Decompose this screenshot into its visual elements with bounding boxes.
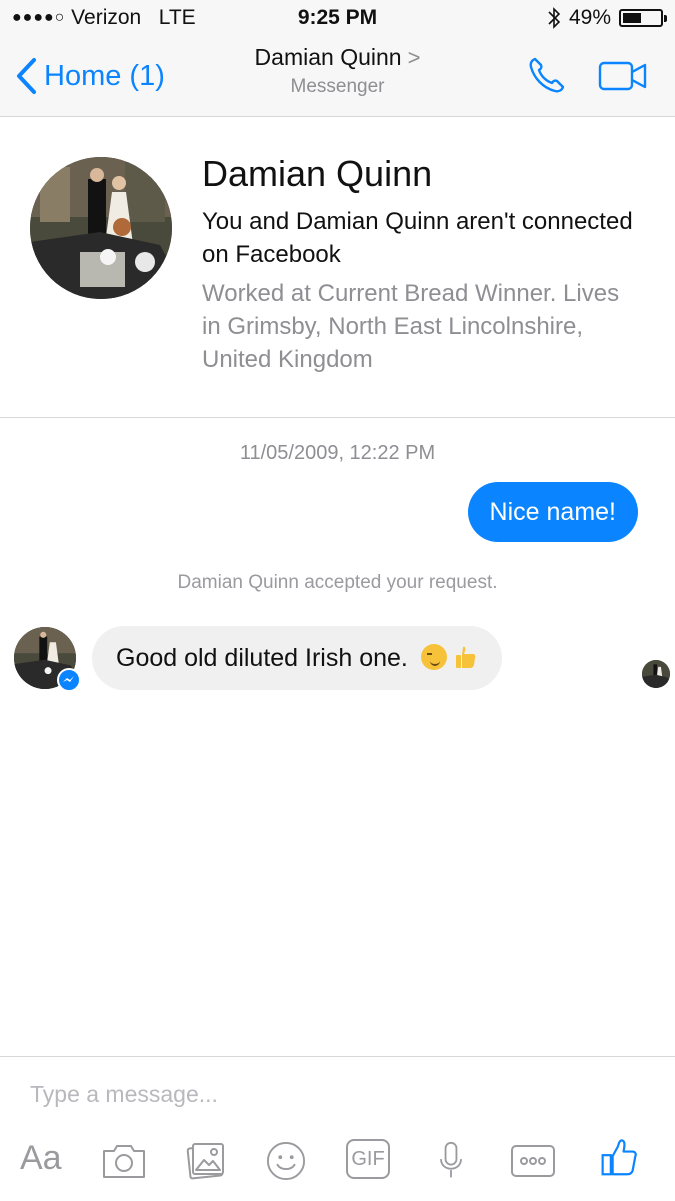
profile-header: Damian Quinn You and Damian Quinn aren't… — [0, 117, 675, 418]
message-timestamp: 11/05/2009, 12:22 PM — [239, 442, 436, 464]
outgoing-message-bubble[interactable]: Nice name! — [467, 482, 638, 542]
microphone-icon[interactable] — [436, 1141, 466, 1181]
photo-gallery-icon[interactable] — [185, 1141, 227, 1181]
message-input[interactable] — [30, 1081, 630, 1108]
aa-icon[interactable]: Aa — [20, 1139, 62, 1179]
emoji-icon[interactable] — [265, 1141, 307, 1181]
message-composer: Aa GIF — [0, 1056, 675, 1201]
contact-name: Damian Quinn — [254, 44, 402, 70]
video-call-icon[interactable] — [598, 60, 648, 92]
battery-level — [623, 13, 642, 23]
wedding-photo-image — [30, 157, 172, 299]
messenger-badge-icon — [57, 668, 81, 692]
battery-percent: 49% — [568, 6, 611, 29]
battery-icon — [619, 9, 667, 27]
conversation-subtitle: Messenger — [290, 76, 385, 97]
incoming-message-text: Good old diluted Irish one. — [116, 644, 408, 672]
navigation-bar: Home (1) Damian Quinn > Messenger — [0, 38, 675, 117]
thumbs-up-emoji-icon — [455, 646, 476, 668]
more-icon[interactable] — [510, 1141, 556, 1181]
winking-face-icon — [420, 644, 447, 670]
gif-icon[interactable]: GIF — [346, 1139, 390, 1179]
conversation-title[interactable]: Damian Quinn > — [0, 44, 675, 71]
incoming-message-bubble[interactable]: Good old diluted Irish one. — [92, 626, 502, 690]
profile-avatar[interactable] — [30, 157, 172, 299]
system-message: Damian Quinn accepted your request. — [177, 572, 498, 593]
profile-details: Worked at Current Bread Winner. Lives in… — [202, 280, 620, 373]
bluetooth-icon — [548, 7, 561, 29]
status-right: 49% — [547, 6, 667, 30]
thumbs-up-icon[interactable] — [598, 1137, 640, 1177]
connection-status: You and Damian Quinn aren't connected on… — [202, 208, 633, 268]
camera-icon[interactable] — [101, 1141, 147, 1181]
chevron-right-icon: > — [407, 45, 421, 70]
status-bar: ●●●●○ Verizon LTE 9:25 PM 49% — [0, 0, 675, 38]
profile-name: Damian Quinn — [202, 153, 433, 194]
read-receipt-avatar — [642, 660, 670, 688]
phone-call-icon[interactable] — [526, 54, 568, 96]
